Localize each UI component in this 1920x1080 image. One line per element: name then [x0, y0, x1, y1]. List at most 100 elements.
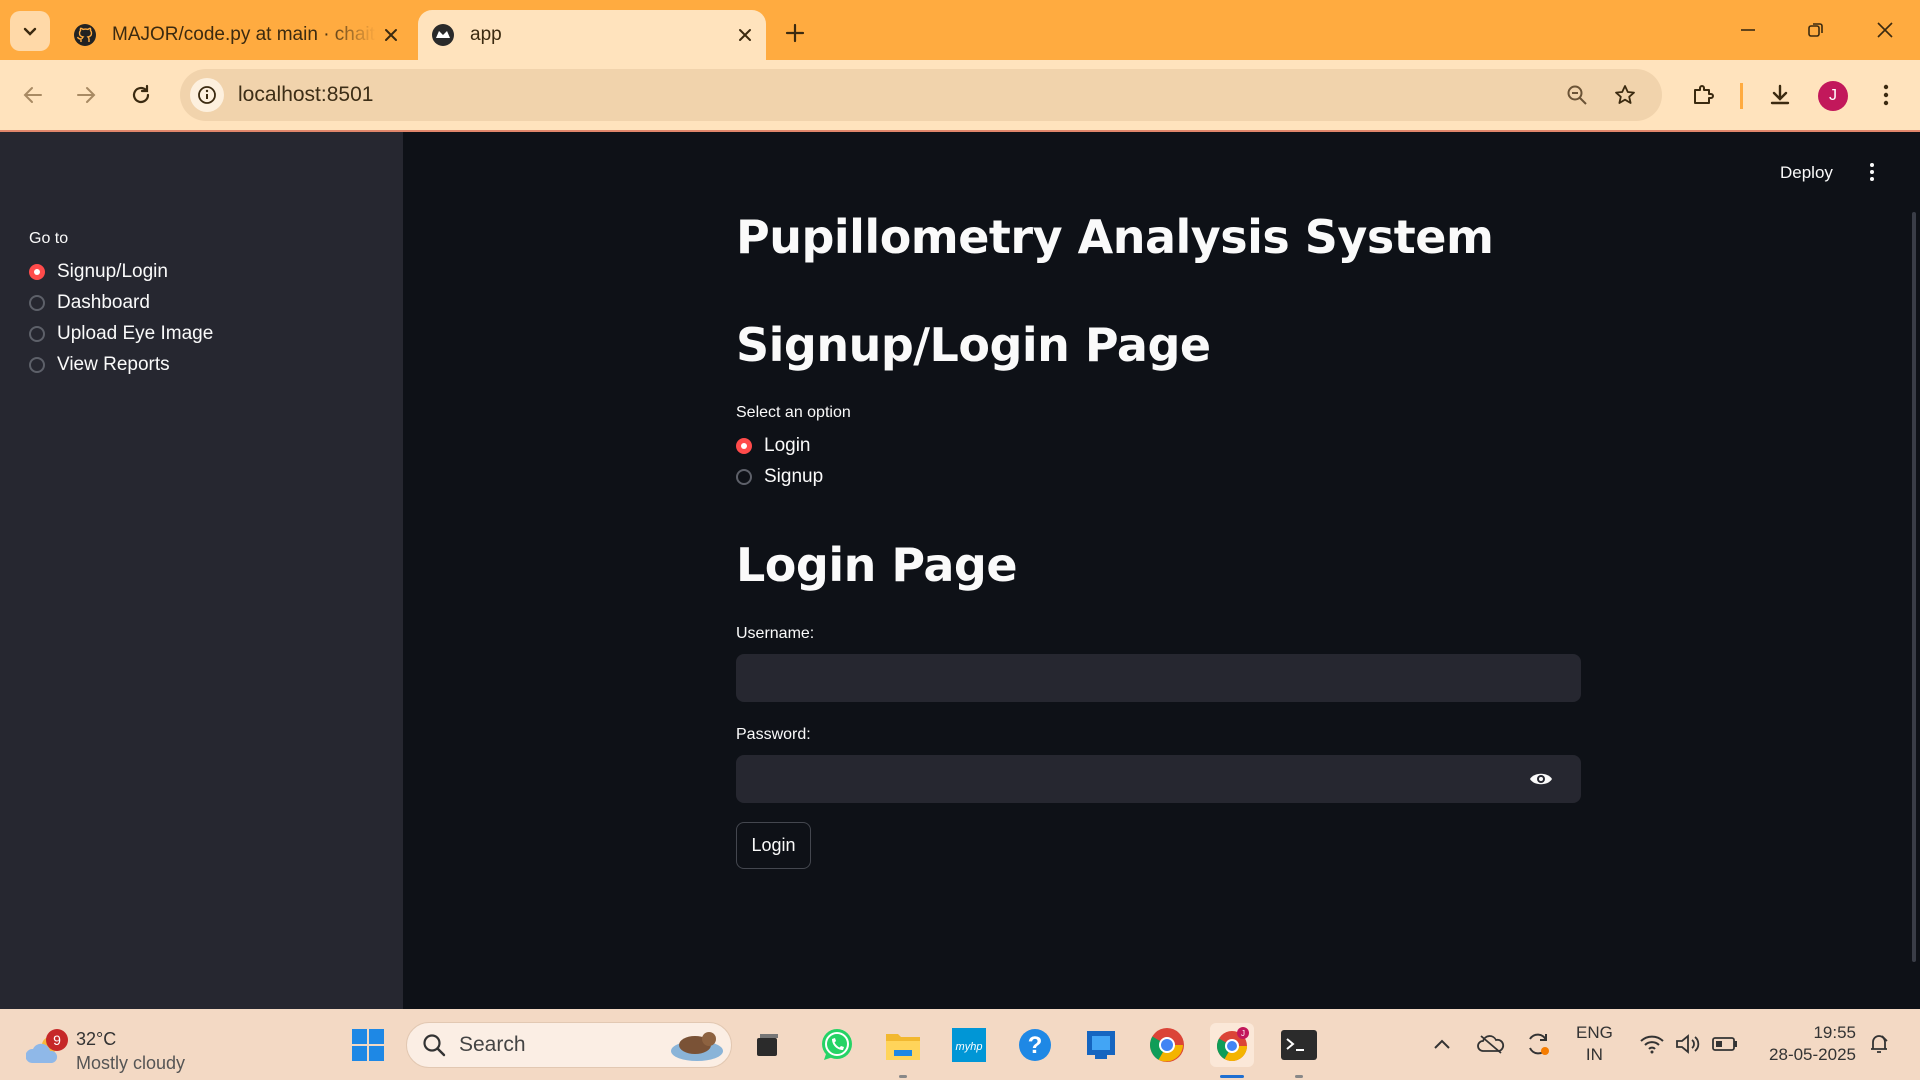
svg-text:J: J — [1241, 1029, 1245, 1038]
site-info-icon[interactable] — [190, 78, 224, 112]
github-icon — [72, 22, 98, 48]
show-hidden-icons-chevron-up-icon[interactable] — [1430, 1029, 1454, 1059]
app-menu-icon[interactable] — [1860, 158, 1884, 186]
radio-icon[interactable] — [29, 356, 45, 373]
search-icon — [423, 1034, 446, 1057]
svg-text:myhp: myhp — [956, 1041, 983, 1053]
download-icon[interactable] — [1762, 77, 1798, 113]
browser-toolbar: localhost:8501 J — [0, 60, 1920, 132]
arrow-left-icon — [23, 87, 42, 103]
radio-icon[interactable] — [736, 468, 752, 485]
toolbar-separator — [1740, 83, 1743, 109]
minimize-button[interactable] — [1723, 10, 1773, 50]
tab-github[interactable]: MAJOR/code.py at main · chaitanya — [60, 10, 412, 60]
clock-date: 28-05-2025 — [1769, 1045, 1856, 1064]
reload-icon — [132, 84, 150, 104]
start-icon[interactable] — [346, 1023, 390, 1067]
option-label: Select an option — [736, 404, 851, 421]
profile-avatar[interactable]: J — [1818, 81, 1848, 111]
forward-button[interactable] — [68, 77, 104, 113]
radio-checked-icon[interactable] — [29, 263, 45, 280]
whatsapp-icon[interactable] — [815, 1023, 859, 1067]
chrome-profile-icon[interactable]: J — [1210, 1023, 1254, 1067]
sync-icon[interactable] — [1523, 1029, 1553, 1059]
sidebar-item-label: Upload Eye Image — [57, 322, 214, 344]
auth-option-radio-group: Select an option Login Signup — [736, 404, 851, 492]
restore-icon — [1808, 23, 1823, 37]
notifications-icon[interactable] — [1864, 1029, 1894, 1059]
weather-condition: Mostly cloudy — [76, 1053, 186, 1073]
chrome-icon[interactable] — [1145, 1023, 1189, 1067]
page-subheader: Signup/Login Page — [736, 318, 1211, 372]
reload-button[interactable] — [123, 77, 159, 113]
onedrive-offline-icon[interactable] — [1476, 1029, 1506, 1059]
battery-icon[interactable] — [1710, 1029, 1740, 1059]
sidebar-item-upload-eye-image[interactable]: Upload Eye Image — [29, 318, 213, 349]
sidebar-label: Go to — [29, 230, 69, 247]
radio-checked-icon[interactable] — [736, 437, 752, 454]
weather-temp: 32°C — [76, 1029, 117, 1049]
store-icon[interactable] — [1079, 1023, 1123, 1067]
window-close-button[interactable] — [1860, 10, 1910, 50]
search-label: Search — [459, 1033, 526, 1056]
sidebar-item-dashboard[interactable]: Dashboard — [29, 287, 213, 318]
bookmark-star-icon[interactable] — [1608, 78, 1642, 112]
weather-widget[interactable]: 9 32°C Mostly cloudy — [26, 1023, 196, 1073]
sidebar-item-view-reports[interactable]: View Reports — [29, 349, 213, 380]
task-view-icon[interactable] — [745, 1023, 789, 1067]
clock[interactable]: 19:55 28-05-2025 — [1760, 1022, 1856, 1066]
close-icon — [1877, 22, 1893, 38]
username-input[interactable] — [736, 654, 1581, 702]
back-button[interactable] — [15, 77, 51, 113]
plus-icon — [785, 23, 805, 43]
otter-illustration-icon — [671, 1032, 723, 1061]
option-signup[interactable]: Signup — [736, 461, 851, 492]
close-icon[interactable] — [730, 20, 760, 50]
running-indicator — [1295, 1075, 1303, 1078]
url-text: localhost:8501 — [238, 83, 374, 106]
language-code: ENG — [1576, 1023, 1613, 1042]
main-scrollbar[interactable] — [1912, 212, 1916, 962]
clock-time: 19:55 — [1813, 1023, 1856, 1042]
tab-title: app — [470, 24, 502, 45]
extensions-icon[interactable] — [1685, 77, 1721, 113]
new-tab-button[interactable] — [778, 16, 812, 50]
restore-button[interactable] — [1791, 10, 1841, 50]
tab-title: MAJOR/code.py at main · chaitanya — [112, 24, 376, 45]
taskbar-search[interactable]: Search — [406, 1022, 732, 1068]
tab-search-button[interactable] — [10, 11, 50, 51]
password-input[interactable] — [736, 755, 1581, 803]
option-label-login: Login — [764, 434, 811, 456]
language-indicator[interactable]: ENG IN — [1576, 1022, 1613, 1066]
taskbar: 9 32°C Mostly cloudy Search myhp ? J ENG… — [0, 1009, 1920, 1080]
address-bar[interactable]: localhost:8501 — [180, 69, 1662, 121]
sidebar-item-label: Dashboard — [57, 291, 150, 313]
zoom-icon[interactable] — [1560, 78, 1594, 112]
chevron-down-icon — [23, 27, 37, 36]
deploy-button[interactable]: Deploy — [1780, 163, 1833, 183]
svg-text:?: ? — [1028, 1032, 1043, 1059]
tab-app[interactable]: app — [418, 10, 766, 60]
close-icon[interactable] — [376, 20, 406, 50]
browser-menu-icon[interactable] — [1868, 77, 1904, 113]
browser-tab-bar: MAJOR/code.py at main · chaitanya app — [0, 0, 1920, 60]
radio-icon[interactable] — [29, 325, 45, 342]
help-icon[interactable]: ? — [1013, 1023, 1057, 1067]
sidebar: Go to Signup/Login Dashboard Upload Eye … — [0, 132, 403, 1009]
myhp-icon[interactable]: myhp — [947, 1023, 991, 1067]
streamlit-icon — [430, 22, 456, 48]
radio-icon[interactable] — [29, 294, 45, 311]
wifi-icon[interactable] — [1638, 1029, 1666, 1059]
password-label: Password: — [736, 726, 811, 743]
sidebar-item-signup-login[interactable]: Signup/Login — [29, 256, 213, 287]
option-label-signup: Signup — [764, 465, 824, 487]
region-code: IN — [1585, 1045, 1603, 1064]
sidebar-item-label: Signup/Login — [57, 260, 168, 282]
file-explorer-icon[interactable] — [881, 1023, 925, 1067]
login-button[interactable]: Login — [736, 822, 811, 869]
volume-icon[interactable] — [1674, 1029, 1702, 1059]
option-login[interactable]: Login — [736, 430, 851, 461]
show-password-icon[interactable] — [1525, 765, 1557, 793]
terminal-icon[interactable] — [1277, 1023, 1321, 1067]
form-title: Login Page — [736, 538, 1018, 592]
